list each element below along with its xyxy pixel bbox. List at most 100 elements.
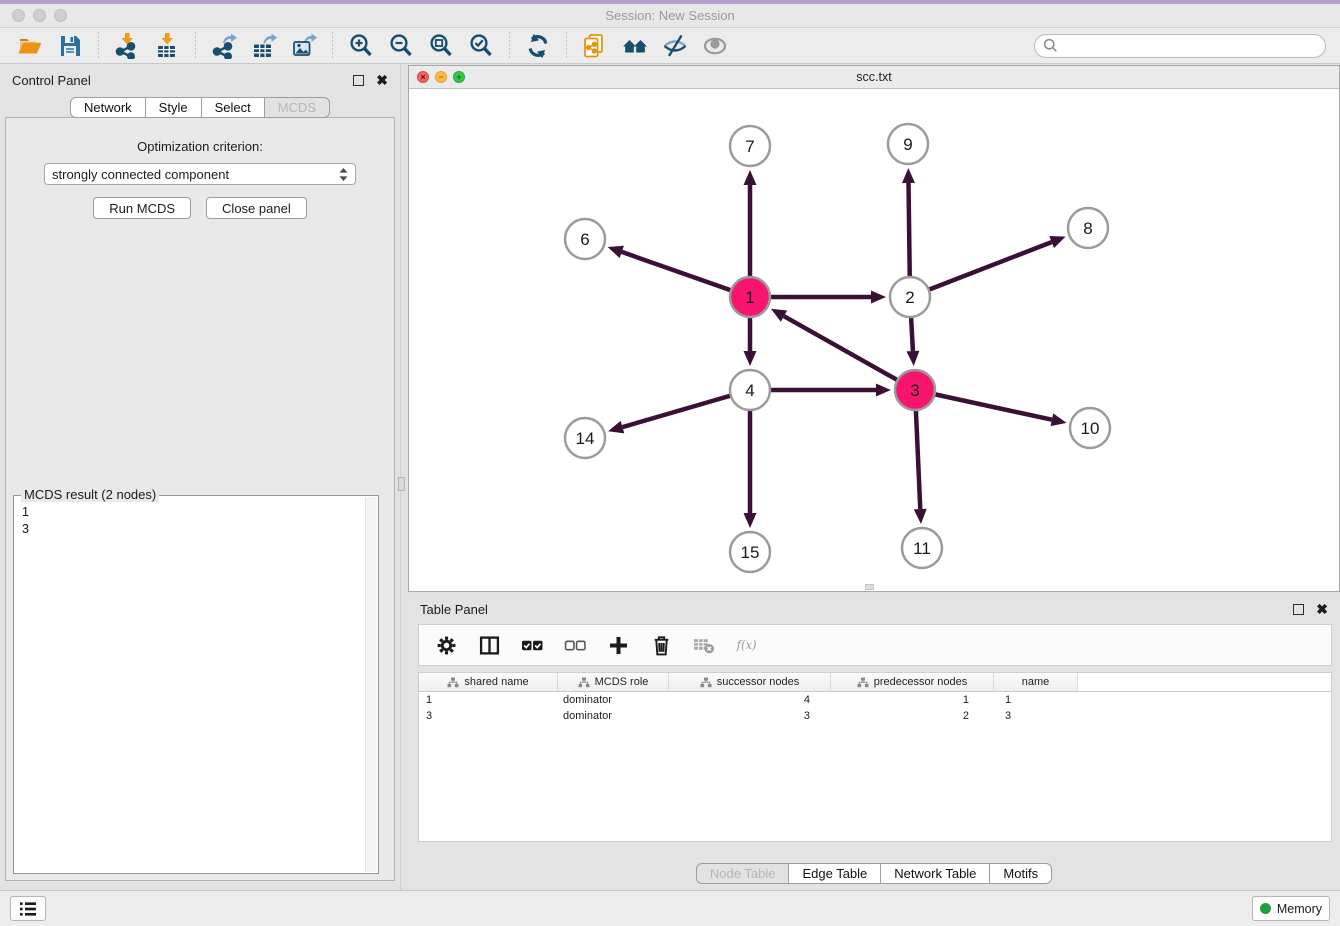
table-toolbar: f(x) [418, 624, 1332, 666]
float-table-panel-icon[interactable] [1293, 604, 1304, 615]
control-panel: Control Panel ✖ Network Style Select MCD… [0, 65, 401, 890]
result-scrollbar[interactable] [365, 497, 377, 872]
trash-icon [651, 634, 672, 656]
tab-network-table[interactable]: Network Table [880, 863, 990, 884]
zoom-out-button[interactable] [386, 31, 416, 61]
window-minimize-button[interactable] [33, 9, 46, 22]
select-all-button[interactable] [521, 634, 543, 656]
tab-motifs[interactable]: Motifs [989, 863, 1052, 884]
column-label: name [1022, 676, 1050, 688]
column-header-predecessor-nodes[interactable]: predecessor nodes [831, 673, 994, 691]
graph-node-label: 4 [745, 381, 754, 400]
cell-shared-name[interactable]: 1 [419, 692, 558, 708]
network-window-title: scc.txt [856, 70, 891, 84]
cell-shared-name[interactable]: 3 [419, 708, 558, 724]
float-panel-icon[interactable] [353, 75, 364, 86]
import-table-button[interactable] [152, 31, 182, 61]
task-history-button[interactable] [10, 896, 46, 921]
search-field[interactable] [1034, 34, 1326, 58]
cell-successor-nodes[interactable]: 3 [669, 708, 831, 724]
table-row[interactable]: 3 dominator 3 2 3 [419, 708, 1331, 724]
optimization-criterion-label: Optimization criterion: [6, 139, 394, 154]
cell-name[interactable]: 3 [994, 708, 1078, 724]
cell-name[interactable]: 1 [994, 692, 1078, 708]
column-header-mcds-role[interactable]: MCDS role [558, 673, 669, 691]
zoom-selected-button[interactable] [466, 31, 496, 61]
graph-edge-3-1[interactable] [784, 316, 915, 390]
import-network-icon [114, 33, 140, 59]
open-session-button[interactable] [15, 31, 45, 61]
function-builder-button[interactable]: f(x) [736, 634, 758, 656]
eye-slash-icon [662, 33, 688, 59]
network-maximize-button[interactable]: + [453, 71, 465, 83]
clone-network-button[interactable] [580, 31, 610, 61]
export-image-button[interactable] [289, 31, 319, 61]
panel-divider-handle[interactable] [398, 477, 405, 491]
node-table[interactable]: shared name MCDS role successor nodes [418, 672, 1332, 842]
network-window-titlebar[interactable]: × − + scc.txt [409, 66, 1339, 89]
show-columns-button[interactable] [478, 634, 500, 656]
tab-mcds[interactable]: MCDS [264, 97, 330, 118]
column-label: shared name [464, 676, 528, 688]
save-icon [57, 33, 83, 59]
graph-arrowhead [1049, 236, 1065, 248]
toolbar-separator [98, 32, 99, 60]
import-network-button[interactable] [112, 31, 142, 61]
graph-arrowhead [608, 421, 624, 433]
toolbar-separator [195, 32, 196, 60]
column-header-successor-nodes[interactable]: successor nodes [669, 673, 831, 691]
tab-edge-table[interactable]: Edge Table [788, 863, 881, 884]
optimization-criterion-dropdown[interactable]: strongly connected component [44, 163, 356, 185]
show-all-button[interactable] [700, 31, 730, 61]
tab-select[interactable]: Select [201, 97, 265, 118]
export-table-icon [251, 33, 277, 59]
window-close-button[interactable] [12, 9, 25, 22]
cell-mcds-role[interactable]: dominator [558, 692, 669, 708]
window-maximize-button[interactable] [54, 9, 67, 22]
graph-node-label: 1 [745, 288, 754, 307]
delete-row-button[interactable] [650, 634, 672, 656]
close-panel-icon[interactable]: ✖ [376, 75, 388, 86]
column-header-filler [1078, 673, 1331, 691]
table-row[interactable]: 1 dominator 4 1 1 [419, 692, 1331, 708]
delete-table-button[interactable] [693, 634, 715, 656]
close-panel-button[interactable]: Close panel [206, 197, 307, 219]
refresh-icon [525, 33, 551, 59]
cell-predecessor-nodes[interactable]: 1 [831, 692, 994, 708]
canvas-resize-handle[interactable] [865, 584, 874, 590]
network-canvas[interactable]: 1234678910111415 [409, 89, 1339, 591]
table-panel-title: Table Panel [420, 602, 1293, 617]
add-row-button[interactable] [607, 634, 629, 656]
zoom-in-button[interactable] [346, 31, 376, 61]
hide-selected-button[interactable] [660, 31, 690, 61]
deselect-all-button[interactable] [564, 634, 586, 656]
export-table-button[interactable] [249, 31, 279, 61]
apply-layout-button[interactable] [523, 31, 553, 61]
search-input[interactable] [1064, 39, 1317, 53]
graph-edge-2-8[interactable] [910, 242, 1052, 297]
cell-predecessor-nodes[interactable]: 2 [831, 708, 994, 724]
graph-arrowhead [906, 351, 919, 366]
network-minimize-button[interactable]: − [435, 71, 447, 83]
zoom-out-icon [388, 33, 414, 59]
table-settings-button[interactable] [435, 634, 457, 656]
close-table-panel-icon[interactable]: ✖ [1316, 604, 1328, 615]
column-header-name[interactable]: name [994, 673, 1078, 691]
table-panel: Table Panel ✖ [408, 596, 1340, 890]
network-close-button[interactable]: × [417, 71, 429, 83]
zoom-fit-button[interactable] [426, 31, 456, 61]
first-neighbors-button[interactable] [620, 31, 650, 61]
tab-node-table[interactable]: Node Table [696, 863, 790, 884]
mcds-result-text[interactable]: 1 3 [22, 504, 362, 871]
save-session-button[interactable] [55, 31, 85, 61]
tab-network[interactable]: Network [70, 97, 146, 118]
graph-node-label: 14 [576, 429, 595, 448]
cell-mcds-role[interactable]: dominator [558, 708, 669, 724]
cell-successor-nodes[interactable]: 4 [669, 692, 831, 708]
run-mcds-button[interactable]: Run MCDS [93, 197, 191, 219]
dropdown-selected-value: strongly connected component [52, 167, 339, 182]
export-network-button[interactable] [209, 31, 239, 61]
memory-button[interactable]: Memory [1252, 896, 1330, 921]
tab-style[interactable]: Style [145, 97, 202, 118]
column-header-shared-name[interactable]: shared name [419, 673, 558, 691]
